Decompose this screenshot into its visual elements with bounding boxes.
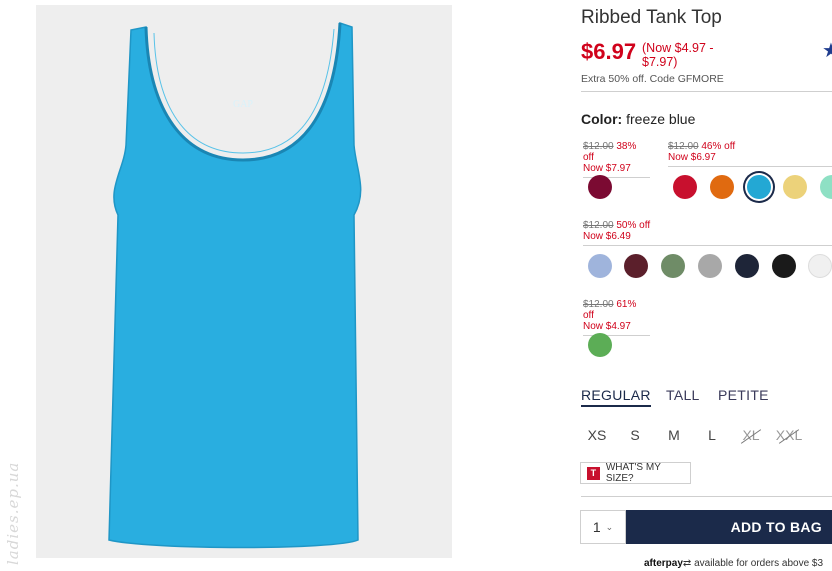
swatch-yellow[interactable] <box>783 175 807 199</box>
size-s[interactable]: S <box>621 427 649 443</box>
now-price: Now $7.97 <box>583 163 631 174</box>
quantity-value: 1 <box>592 519 601 535</box>
swatch-mint[interactable] <box>820 175 832 199</box>
product-title: Ribbed Tank Top <box>581 7 722 28</box>
now-price: Now $4.97 <box>583 321 631 332</box>
was-price: $12.00 <box>583 141 614 152</box>
size-m[interactable]: M <box>660 427 688 443</box>
discount: 46% off <box>701 141 736 152</box>
true-fit-icon: T <box>587 466 600 480</box>
price-group: $12.00 50% off Now $6.49 <box>583 220 832 246</box>
was-price: $12.00 <box>668 141 699 152</box>
watermark: ladies.ep.ua <box>4 461 22 565</box>
tank-top-image: GAP <box>108 21 362 549</box>
color-value: freeze blue <box>626 111 696 127</box>
size-guide-label: WHAT'S MY SIZE? <box>605 462 661 484</box>
afterpay-text: available for orders above $3 <box>694 558 824 569</box>
swatch-light-blue[interactable] <box>588 254 612 278</box>
tab-petite[interactable]: PETITE <box>718 387 769 403</box>
price-group: $12.00 38% off Now $7.97 <box>583 141 650 178</box>
swatch-green[interactable] <box>588 333 612 357</box>
swatch-black[interactable] <box>772 254 796 278</box>
now-price: Now $6.97 <box>668 152 716 163</box>
discount: 50% off <box>616 220 651 231</box>
star-icon[interactable]: ★ <box>822 38 832 63</box>
swatch-navy[interactable] <box>735 254 759 278</box>
promo-text: Extra 50% off. Code GFMORE <box>581 73 724 85</box>
swatch-white[interactable] <box>808 254 832 278</box>
was-price: $12.00 <box>583 299 614 310</box>
divider <box>581 496 832 497</box>
swatch-burgundy[interactable] <box>588 175 612 199</box>
size-xl[interactable]: XL <box>737 427 765 443</box>
swatch-sage[interactable] <box>661 254 685 278</box>
size-guide-button[interactable]: T WHAT'S MY SIZE? <box>580 462 691 484</box>
swatch-red[interactable] <box>673 175 697 199</box>
tab-regular[interactable]: REGULAR <box>581 387 651 407</box>
was-price: $12.00 <box>583 220 614 231</box>
color-label: Color: <box>581 111 623 127</box>
gap-logo: GAP <box>233 99 253 110</box>
now-price: Now $6.49 <box>583 231 631 242</box>
divider <box>581 91 832 92</box>
afterpay-note: afterpay⇄ available for orders above $3 <box>644 558 823 569</box>
swatch-plum[interactable] <box>624 254 648 278</box>
add-to-bag-button[interactable]: ADD TO BAG <box>626 510 832 544</box>
chevron-down-icon: ⌄ <box>605 521 614 532</box>
price-group: $12.00 61% off Now $4.97 <box>583 299 650 336</box>
color-selection: Color: freeze blue <box>581 111 695 127</box>
swatch-freeze-blue[interactable] <box>747 175 771 199</box>
size-l[interactable]: L <box>698 427 726 443</box>
afterpay-logo: afterpay <box>644 558 683 569</box>
size-xs[interactable]: XS <box>583 427 611 443</box>
swatch-orange[interactable] <box>710 175 734 199</box>
quantity-select[interactable]: 1 ⌄ <box>580 510 626 544</box>
tab-tall[interactable]: TALL <box>666 387 700 403</box>
swatch-heather-grey[interactable] <box>698 254 722 278</box>
price-group: $12.00 46% off Now $6.97 <box>668 141 832 167</box>
product-image[interactable]: GAP <box>36 5 452 558</box>
current-price: $6.97 <box>581 39 637 64</box>
size-xxl[interactable]: XXL <box>775 427 803 443</box>
price-range: (Now $4.97 - $7.97) <box>642 41 714 69</box>
afterpay-icon: ⇄ <box>682 558 692 569</box>
